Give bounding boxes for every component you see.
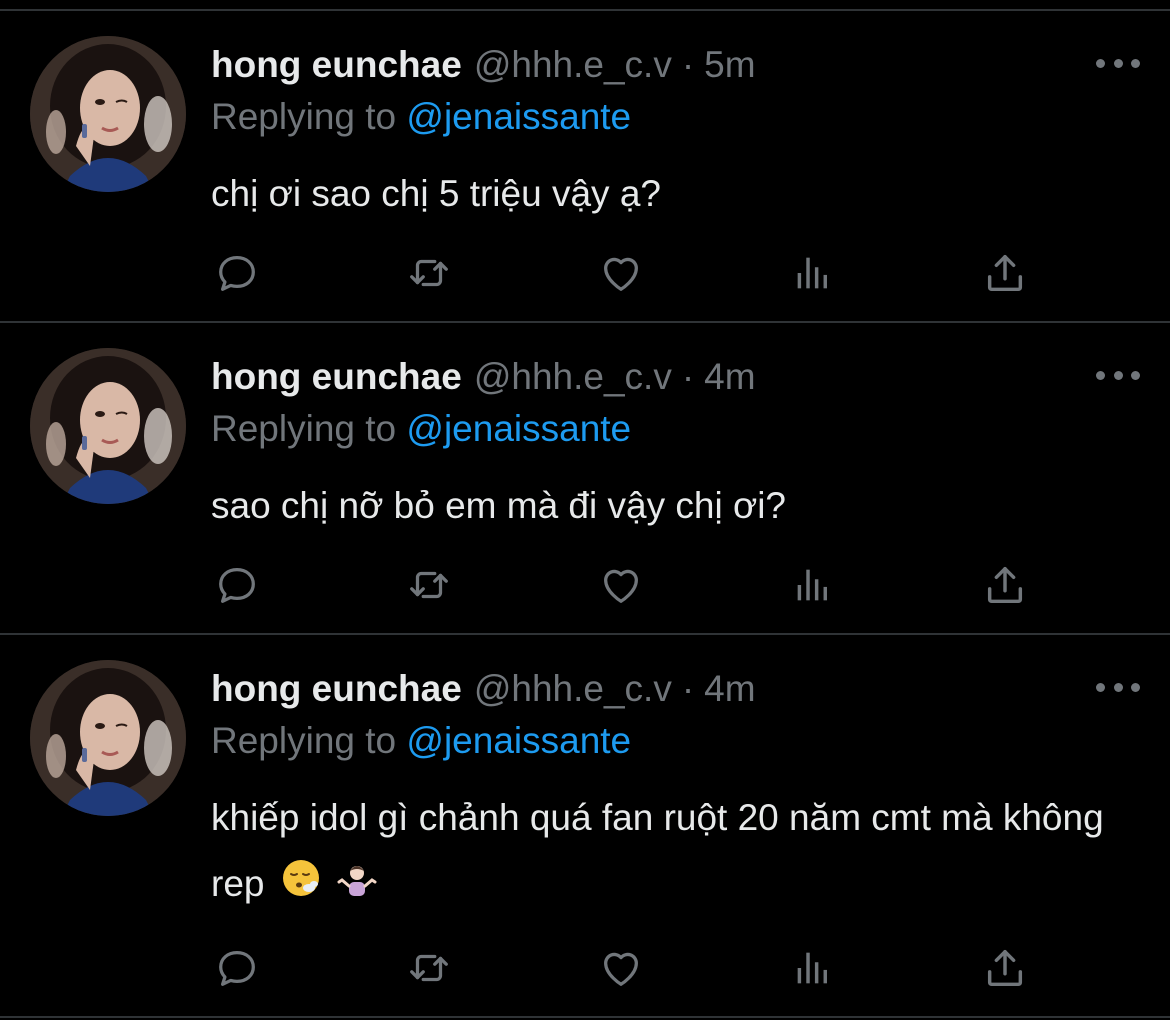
share-icon[interactable] <box>980 560 1030 610</box>
replying-to-label: Replying to <box>211 720 397 761</box>
timestamp[interactable]: 5m <box>704 44 755 85</box>
user-handle[interactable]: @hhh.e_c.v <box>474 44 672 85</box>
reply-icon[interactable] <box>212 943 262 993</box>
retweet-icon[interactable] <box>404 560 454 610</box>
action-bar <box>212 943 1032 993</box>
replying-to-line: Replying to @jenaissante <box>211 717 631 765</box>
retweet-icon[interactable] <box>404 248 454 298</box>
like-icon[interactable] <box>596 560 646 610</box>
replying-to-label: Replying to <box>211 96 397 137</box>
separator-dot: · <box>681 668 695 709</box>
reply-icon[interactable] <box>212 248 262 298</box>
tweet-text: sao chị nỡ bỏ em mà đi vậy chị ơi? <box>211 485 786 526</box>
person-shrugging-emoji <box>337 853 377 919</box>
replying-to-mention[interactable]: @jenaissante <box>406 720 631 761</box>
share-icon[interactable] <box>980 248 1030 298</box>
like-icon[interactable] <box>596 248 646 298</box>
share-icon[interactable] <box>980 943 1030 993</box>
action-bar <box>212 560 1032 610</box>
tweet-header: hong eunchae @hhh.e_c.v · 5m <box>211 41 756 89</box>
tweet-text: khiếp idol gì chảnh quá fan ruột 20 năm … <box>211 785 1141 919</box>
timestamp[interactable]: 4m <box>704 668 755 709</box>
display-name[interactable]: hong eunchae <box>211 44 462 85</box>
separator-dot: · <box>681 44 695 85</box>
tweet[interactable]: hong eunchae @hhh.e_c.v · 4m Replying to @j… <box>0 635 1170 1018</box>
avatar[interactable] <box>30 36 186 192</box>
display-name[interactable]: hong eunchae <box>211 668 462 709</box>
more-icon[interactable] <box>1096 51 1140 75</box>
views-icon[interactable] <box>788 248 838 298</box>
views-icon[interactable] <box>788 943 838 993</box>
replying-to-line: Replying to @jenaissante <box>211 93 631 141</box>
timestamp[interactable]: 4m <box>704 356 755 397</box>
face-exhaling-emoji <box>281 853 321 919</box>
like-icon[interactable] <box>596 943 646 993</box>
more-icon[interactable] <box>1096 675 1140 699</box>
avatar[interactable] <box>30 660 186 816</box>
reply-icon[interactable] <box>212 560 262 610</box>
action-bar <box>212 248 1032 298</box>
user-handle[interactable]: @hhh.e_c.v <box>474 356 672 397</box>
replying-to-line: Replying to @jenaissante <box>211 405 631 453</box>
top-divider <box>0 0 1170 11</box>
views-icon[interactable] <box>788 560 838 610</box>
display-name[interactable]: hong eunchae <box>211 356 462 397</box>
replying-to-mention[interactable]: @jenaissante <box>406 96 631 137</box>
more-icon[interactable] <box>1096 363 1140 387</box>
replying-to-mention[interactable]: @jenaissante <box>406 408 631 449</box>
user-handle[interactable]: @hhh.e_c.v <box>474 668 672 709</box>
tweet-text: chị ơi sao chị 5 triệu vậy ạ? <box>211 173 661 214</box>
avatar[interactable] <box>30 348 186 504</box>
retweet-icon[interactable] <box>404 943 454 993</box>
replying-to-label: Replying to <box>211 408 397 449</box>
separator-dot: · <box>681 356 695 397</box>
tweet[interactable]: hong eunchae @hhh.e_c.v · 4m Replying to @j… <box>0 323 1170 635</box>
tweet-header: hong eunchae @hhh.e_c.v · 4m <box>211 353 756 401</box>
tweet-header: hong eunchae @hhh.e_c.v · 4m <box>211 665 756 713</box>
tweet[interactable]: hong eunchae @hhh.e_c.v · 5m Replying to @j… <box>0 11 1170 323</box>
